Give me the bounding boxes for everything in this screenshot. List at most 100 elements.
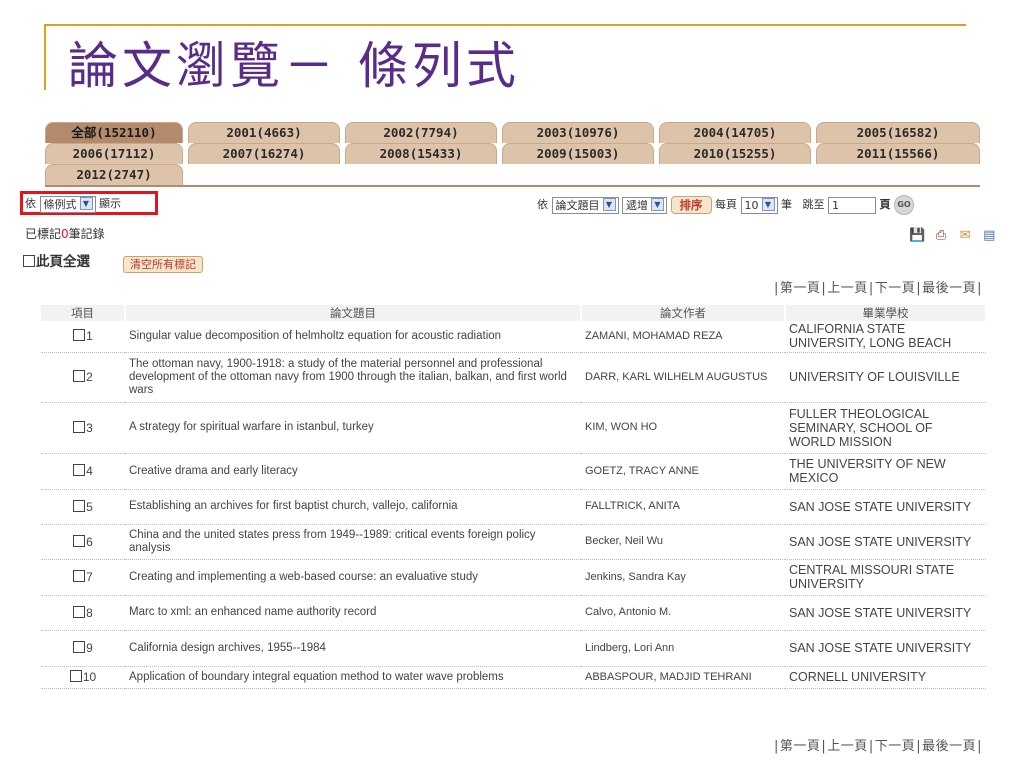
- thesis-title[interactable]: California design archives, 1955--1984: [125, 630, 581, 667]
- pager-prev[interactable]: 上一頁: [827, 739, 868, 754]
- row-checkbox[interactable]: [73, 605, 86, 618]
- tab-row-3: 2012(2747): [45, 164, 980, 185]
- per-page-value: 10: [744, 198, 759, 212]
- row-checkbox[interactable]: [73, 570, 86, 582]
- display-suffix: 顯示: [99, 197, 121, 210]
- chevron-down-icon: ▼: [651, 197, 664, 211]
- per-page-select[interactable]: 10 ▼: [740, 196, 778, 214]
- pager-next[interactable]: 下一頁: [875, 739, 916, 754]
- row-number: 2: [86, 370, 93, 384]
- tab-2007[interactable]: 2007(16274): [188, 143, 340, 164]
- table-row: 7 Creating and implementing a web-based …: [41, 559, 986, 596]
- tab-2012[interactable]: 2012(2747): [45, 164, 183, 185]
- tab-all[interactable]: 全部(152110): [45, 122, 183, 143]
- chevron-down-icon: ▼: [761, 197, 775, 211]
- per-page-unit: 筆: [781, 198, 792, 211]
- pager-first[interactable]: 第一頁: [780, 281, 821, 296]
- thesis-title[interactable]: Singular value decomposition of helmholt…: [125, 321, 581, 353]
- print-icon[interactable]: ⎙: [933, 229, 949, 243]
- col-header-title: 論文題目: [125, 305, 582, 321]
- thesis-author: Jenkins, Sandra Kay: [581, 559, 785, 596]
- table-header-row: 項目 論文題目 論文作者 畢業學校: [41, 305, 987, 321]
- sort-button[interactable]: 排序: [670, 196, 712, 214]
- tab-2006[interactable]: 2006(17112): [45, 143, 183, 164]
- row-index: 9: [41, 630, 125, 667]
- thesis-title[interactable]: Creating and implementing a web-based co…: [125, 559, 581, 596]
- sort-field-value: 論文題目: [555, 198, 600, 212]
- chevron-down-icon: ▼: [79, 196, 93, 210]
- clear-marks-button[interactable]: 清空所有標記: [123, 256, 203, 273]
- go-button[interactable]: GO: [894, 195, 914, 215]
- row-number: 5: [86, 499, 93, 514]
- row-checkbox[interactable]: [73, 499, 86, 512]
- pager-prev[interactable]: 上一頁: [827, 281, 868, 296]
- thesis-results-table: 項目 論文題目 論文作者 畢業學校 1 Singular value decom…: [41, 305, 987, 689]
- pager-next[interactable]: 下一頁: [875, 281, 916, 296]
- sort-field-select[interactable]: 論文題目 ▼: [551, 196, 619, 214]
- pager-last[interactable]: 最後一頁: [922, 739, 976, 754]
- thesis-author: Calvo, Antonio M.: [581, 595, 785, 631]
- pager-last[interactable]: 最後一頁: [922, 281, 976, 296]
- display-prefix: 依: [25, 197, 36, 210]
- row-index: 1: [41, 321, 125, 353]
- display-mode-select[interactable]: 條例式 ▼: [39, 195, 96, 213]
- jump-label: 跳至: [802, 198, 825, 211]
- mail-icon[interactable]: ✉: [957, 229, 973, 243]
- tab-2011[interactable]: 2011(15566): [816, 143, 980, 164]
- thesis-title[interactable]: A strategy for spiritual warfare in ista…: [125, 402, 581, 454]
- tab-2008[interactable]: 2008(15433): [345, 143, 497, 164]
- thesis-title[interactable]: Marc to xml: an enhanced name authority …: [125, 595, 581, 631]
- thesis-school: UNIVERSITY OF LOUISVILLE: [785, 352, 986, 403]
- thesis-school: SAN JOSE STATE UNIVERSITY: [785, 630, 986, 667]
- row-checkbox[interactable]: [73, 641, 86, 653]
- tab-2003[interactable]: 2003(10976): [502, 122, 654, 143]
- tab-2005[interactable]: 2005(16582): [816, 122, 980, 143]
- thesis-author: ZAMANI, MOHAMAD REZA: [581, 321, 785, 353]
- row-index: 6: [41, 524, 125, 560]
- thesis-author: DARR, KARL WILHELM AUGUSTUS: [581, 352, 785, 403]
- sort-order-select[interactable]: 遞增 ▼: [622, 196, 667, 214]
- tab-2004[interactable]: 2004(14705): [659, 122, 811, 143]
- thesis-school: CALIFORNIA STATE UNIVERSITY, LONG BEACH: [785, 321, 986, 353]
- row-index: 4: [41, 453, 125, 490]
- marked-suffix: 筆記錄: [68, 227, 105, 241]
- tab-2002[interactable]: 2002(7794): [345, 122, 497, 143]
- row-checkbox[interactable]: [73, 464, 86, 476]
- row-checkbox[interactable]: [73, 420, 86, 433]
- select-all[interactable]: 此頁全選: [23, 250, 90, 270]
- select-all-checkbox[interactable]: [23, 255, 35, 267]
- thesis-title[interactable]: Application of boundary integral equatio…: [125, 666, 581, 689]
- slide-title: 論文瀏覽－ 條列式: [68, 37, 520, 95]
- col-header-school: 畢業學校: [785, 305, 987, 321]
- sort-prefix: 依: [537, 198, 548, 211]
- export-icon[interactable]: ▤: [981, 229, 997, 243]
- row-index: 3: [41, 402, 125, 454]
- table-row: 10 Application of boundary integral equa…: [41, 666, 986, 689]
- row-number: 8: [86, 605, 93, 620]
- jump-page-input[interactable]: 1: [828, 196, 876, 214]
- thesis-title[interactable]: The ottoman navy, 1900-1918: a study of …: [125, 352, 581, 403]
- row-checkbox[interactable]: [73, 370, 86, 382]
- table-row: 5 Establishing an archives for first bap…: [41, 489, 986, 525]
- thesis-author: Lindberg, Lori Ann: [581, 630, 785, 667]
- tabs-underline: [45, 185, 980, 187]
- tab-2010[interactable]: 2010(15255): [659, 143, 811, 164]
- marked-records: 已標記0筆記錄: [25, 225, 105, 242]
- thesis-title[interactable]: Creative drama and early literacy: [125, 453, 581, 490]
- row-checkbox[interactable]: [73, 534, 86, 547]
- row-number: 6: [86, 534, 93, 549]
- thesis-title[interactable]: Establishing an archives for first bapti…: [125, 489, 581, 525]
- pager-first[interactable]: 第一頁: [780, 739, 821, 754]
- thesis-author: FALLTRICK, ANITA: [581, 489, 785, 525]
- sort-controls: 依 論文題目 ▼ 遞增 ▼ 排序 每頁 10 ▼ 筆 跳至 1 頁 GO: [537, 195, 914, 215]
- row-checkbox[interactable]: [73, 329, 86, 342]
- row-index: 10: [41, 666, 125, 689]
- row-checkbox[interactable]: [69, 670, 82, 682]
- row-number: 7: [86, 570, 93, 584]
- thesis-title[interactable]: China and the united states press from 1…: [125, 524, 581, 560]
- thesis-author: ABBASPOUR, MADJID TEHRANI: [581, 666, 785, 689]
- save-icon[interactable]: 💾: [909, 229, 925, 243]
- tab-2001[interactable]: 2001(4663): [188, 122, 340, 143]
- table-row: 9 California design archives, 1955--1984…: [41, 630, 986, 667]
- tab-2009[interactable]: 2009(15003): [502, 143, 654, 164]
